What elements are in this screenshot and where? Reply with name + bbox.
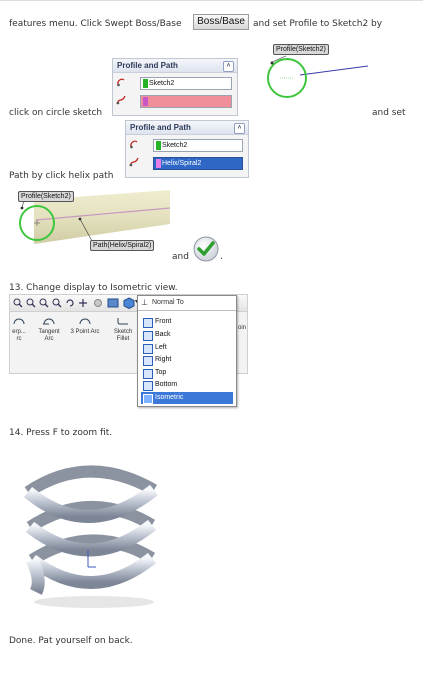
menu-item-top[interactable]: Top — [141, 367, 233, 379]
panel1-header: Profile and Path ˄ — [113, 59, 237, 73]
menu-item-front[interactable]: Front — [141, 316, 233, 328]
zoom-selection-icon[interactable] — [52, 298, 62, 308]
step14-text: 14. Press F to zoom fit. — [9, 428, 113, 438]
menu-item-left[interactable]: Left — [141, 342, 233, 354]
and-text: and — [172, 252, 189, 262]
profile-sketch-icon — [117, 78, 125, 87]
pan-icon[interactable] — [78, 298, 88, 308]
helical-spring-model — [23, 465, 159, 608]
profile-tag: Profile(Sketch2) — [273, 44, 329, 55]
tool-join-partial: oin — [238, 325, 247, 331]
boss-base-label: Boss/Base — [197, 16, 245, 27]
panel2-title: Profile and Path — [130, 123, 191, 132]
bottom-view-icon — [143, 381, 153, 391]
panel2-header: Profile and Path ˄ — [126, 121, 248, 135]
path-swatch — [143, 97, 148, 106]
path-value: Helix/Spiral2 — [162, 160, 202, 167]
profile-field[interactable]: Sketch2 — [140, 77, 232, 90]
panel1-title: Profile and Path — [117, 61, 178, 70]
profile-value: Sketch2 — [149, 80, 175, 87]
path-field[interactable]: Helix/Spiral2 — [153, 157, 243, 170]
menu-item-normal-to[interactable]: ⊥ Normal To — [138, 296, 236, 311]
top-divider — [0, 0, 423, 1]
instruction-line2-end: and set — [372, 108, 406, 118]
menu-item-right[interactable]: Right — [141, 354, 233, 366]
panel1-profile-row: Sketch2 — [116, 76, 236, 90]
tangent-arc-icon — [43, 318, 55, 325]
tool-3point-label: 3 Point Arc — [70, 329, 100, 335]
sketch-tools-row: erp... rc Tangent Arc 3 Point Arc Sketch… — [10, 312, 138, 372]
view-cube-icon[interactable] — [123, 297, 135, 309]
panel2-profile-row: Sketch2 — [129, 138, 247, 152]
arc-icon — [13, 318, 25, 325]
previous-view-icon[interactable] — [93, 298, 103, 308]
fillet-icon — [117, 318, 128, 325]
path-tag: Path(Helix/Spiral2) — [90, 240, 155, 251]
profile-sketch-icon — [130, 140, 138, 149]
profile-path-panel-2: Profile and Path ˄ Sketch2 Helix/Spiral2 — [125, 120, 249, 178]
checkmark-icon[interactable] — [193, 236, 219, 262]
collapse-icon[interactable]: ˄ — [234, 123, 245, 134]
panel2-path-row: Helix/Spiral2 — [129, 156, 247, 170]
period-text: . — [220, 252, 223, 262]
view-orientation-menu: ⊥ Normal To Front Back Left Right Top Bo… — [137, 295, 237, 407]
tool-tangent-arc[interactable]: Tangent Arc — [34, 316, 64, 343]
top-view-icon — [143, 369, 153, 379]
step13-text: 13. Change display to Isometric view. — [9, 283, 178, 293]
tool-tangent-label-a: Tangent — [38, 329, 60, 335]
profile-field[interactable]: Sketch2 — [153, 139, 243, 152]
normal-to-icon: ⊥ — [141, 298, 148, 307]
tool-perp-label-b: rc — [16, 336, 22, 342]
menu-item-isometric[interactable]: Isometric — [141, 392, 233, 404]
tool-fillet-label-a: Sketch — [113, 329, 133, 335]
menu-item-bottom[interactable]: Bottom — [141, 379, 233, 391]
path-swatch — [156, 159, 161, 168]
isometric-view-icon — [143, 394, 153, 404]
panel1-path-row — [116, 94, 236, 108]
rotate-icon[interactable] — [65, 298, 75, 308]
path-sketch-icon — [116, 95, 126, 105]
tool-sketch-fillet[interactable]: Sketch Fillet — [108, 316, 138, 343]
tool-tangent-label-b: Arc — [44, 336, 54, 342]
three-point-arc-icon — [79, 318, 91, 325]
tool-perp-arc[interactable]: erp... rc — [10, 316, 30, 343]
path-field[interactable] — [140, 95, 232, 108]
front-view-icon — [143, 318, 153, 328]
instruction-line2-start: click on circle sketch — [9, 108, 103, 118]
zoom-fit-icon[interactable] — [13, 298, 23, 308]
done-text: Done. Pat yourself on back. — [9, 636, 133, 646]
instruction-line3: Path by click helix path — [9, 171, 114, 181]
section-view-icon[interactable] — [107, 297, 119, 309]
profile-swatch — [143, 79, 148, 88]
tool-perp-label-a: erp... — [12, 329, 26, 335]
menu-item-back[interactable]: Back — [141, 329, 233, 341]
right-view-icon — [143, 356, 153, 366]
left-view-icon — [143, 344, 153, 354]
collapse-icon[interactable]: ˄ — [223, 61, 234, 72]
back-view-icon — [143, 331, 153, 341]
profile-tag-text: Profile(Sketch2) — [276, 46, 326, 53]
tool-fillet-label-b: Fillet — [116, 336, 130, 342]
zoom-in-icon[interactable] — [39, 298, 49, 308]
path-sketch-icon — [129, 157, 139, 167]
profile-path-panel-1: Profile and Path ˄ Sketch2 — [112, 58, 238, 116]
instruction-line1-end: and set Profile to Sketch2 by — [253, 19, 383, 29]
zoom-area-icon[interactable] — [26, 298, 36, 308]
profile-tag-2-text: Profile(Sketch2) — [21, 193, 71, 200]
tool-3point-arc[interactable]: 3 Point Arc — [67, 316, 103, 336]
normal-to-label: Normal To — [152, 299, 184, 306]
instruction-line1-start: features menu. Click Swept Boss/Base — [9, 19, 182, 29]
boss-base-button-image: Boss/Base — [193, 14, 249, 30]
profile-swatch — [156, 141, 161, 150]
path-tag-text: Path(Helix/Spiral2) — [93, 242, 152, 249]
profile-tag-2: Profile(Sketch2) — [18, 191, 74, 202]
profile-value: Sketch2 — [162, 142, 188, 149]
